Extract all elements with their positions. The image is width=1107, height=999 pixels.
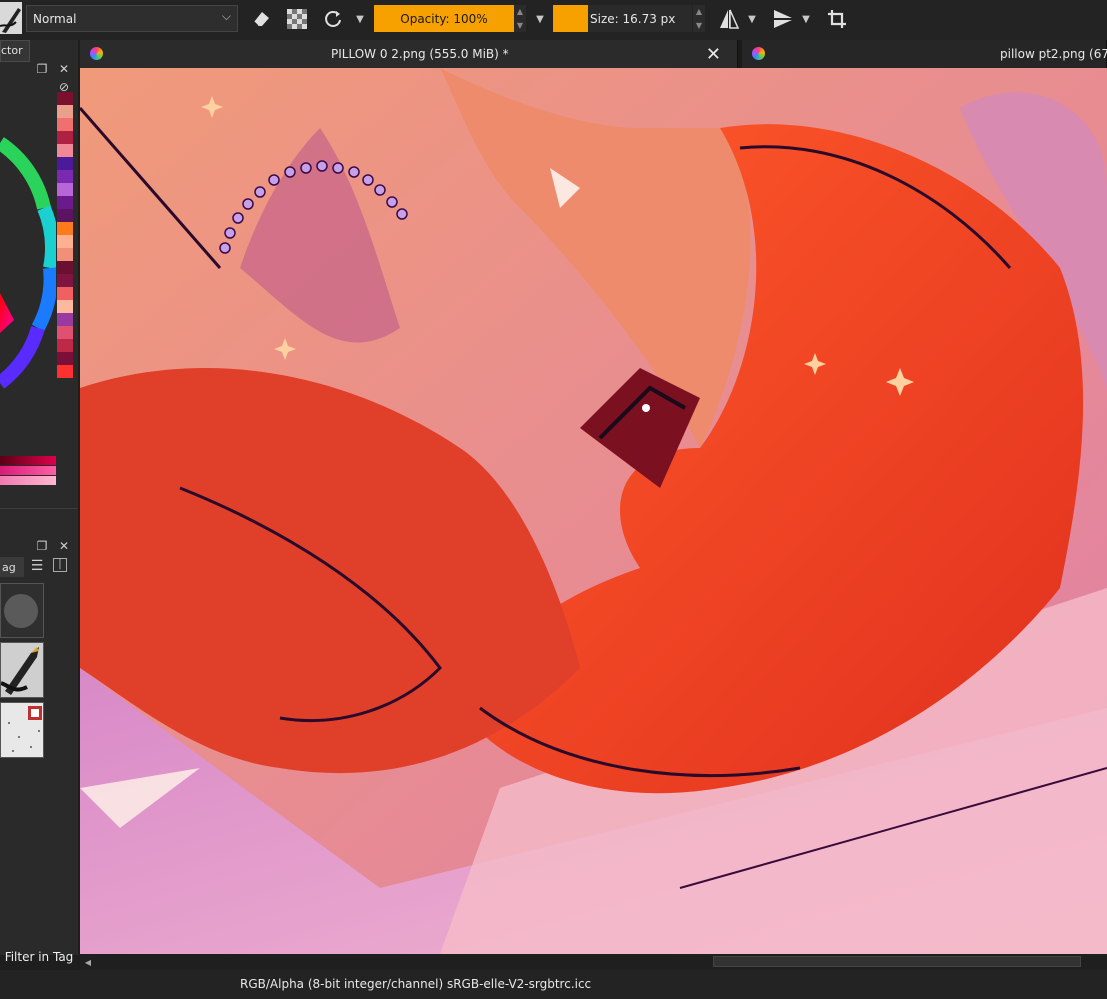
gradient-strip[interactable] [0,456,56,465]
palette-swatch[interactable] [57,92,73,105]
menu-icon[interactable]: ☰ [30,558,44,574]
color-palette[interactable] [57,92,73,378]
float-icon[interactable]: ❐ [35,539,49,553]
chevron-down-icon[interactable]: ▼ [534,8,546,30]
palette-swatch[interactable] [57,261,73,274]
blend-mode-value: Normal [33,12,77,26]
close-icon[interactable]: ✕ [57,62,71,76]
gradient-strip[interactable] [0,466,56,475]
tab-pillow-0-2[interactable]: PILLOW 0 2.png (555.0 MiB) * ✕ [80,40,738,68]
float-icon[interactable]: ❐ [35,62,49,76]
mirror-vertical-icon[interactable] [770,6,796,32]
chevron-down-icon: ⌵ [221,9,231,23]
krita-logo-icon [752,47,765,60]
palette-swatch[interactable] [57,352,73,365]
color-selector-tab[interactable]: ctor [0,40,30,62]
palette-swatch[interactable] [57,235,73,248]
close-icon[interactable]: ✕ [57,539,71,553]
opacity-spinner[interactable]: ▲ ▼ [514,5,526,32]
palette-swatch[interactable] [57,326,73,339]
drawing-canvas[interactable] [80,68,1107,954]
gradient-strip[interactable] [0,476,56,485]
tab-pillow-pt2[interactable]: pillow pt2.png (67.0 [742,40,1107,68]
palette-swatch[interactable] [57,339,73,352]
mirror-horizontal-icon[interactable] [716,6,742,32]
palette-swatch[interactable] [57,313,73,326]
tab-title: pillow pt2.png (67.0 [1000,47,1107,61]
krita-logo-icon [90,47,103,60]
transparency-icon[interactable] [284,6,310,32]
palette-swatch[interactable] [57,274,73,287]
palette-swatch[interactable] [57,300,73,313]
scroll-left-button[interactable]: ◀ [82,955,94,969]
scrollbar-thumb[interactable] [713,956,1081,967]
palette-swatch[interactable] [57,196,73,209]
chevron-down-icon[interactable]: ▼ [746,8,758,30]
eraser-icon[interactable] [248,6,274,32]
palette-swatch[interactable] [57,365,73,378]
palette-swatch[interactable] [57,157,73,170]
palette-swatch[interactable] [57,248,73,261]
palette-swatch[interactable] [57,222,73,235]
close-icon[interactable]: ✕ [706,44,721,65]
tab-title: PILLOW 0 2.png (555.0 MiB) * [331,47,509,61]
color-wheel[interactable] [0,88,56,458]
brush-preset-thumbnail[interactable] [0,2,22,34]
palette-swatch[interactable] [57,144,73,157]
brush-preset-item[interactable] [0,702,44,758]
brush-preset-item[interactable] [0,642,44,698]
palette-swatch[interactable] [57,183,73,196]
palette-swatch[interactable] [57,287,73,300]
opacity-slider[interactable]: Opacity: 100% [374,5,514,32]
filter-in-tag-label: Filter in Tag [4,950,74,964]
chevron-down-icon[interactable]: ▼ [800,8,812,30]
palette-swatch[interactable] [57,105,73,118]
crop-icon[interactable] [824,6,850,32]
brush-color-swatch[interactable] [553,5,588,32]
export-icon[interactable]: │ [53,558,67,572]
palette-swatch[interactable] [57,131,73,144]
blend-mode-select[interactable]: Normal ⌵ [26,5,238,32]
tag-select[interactable]: ag [0,557,24,577]
palette-swatch[interactable] [57,209,73,222]
size-slider[interactable]: Size: 16.73 px [588,5,692,32]
color-selector-title: ctor [1,44,23,57]
brush-preset-item[interactable] [0,583,44,638]
tag-select-value: ag [2,560,16,574]
chevron-down-icon[interactable]: ▼ [354,8,366,30]
color-space-info: RGB/Alpha (8-bit integer/channel) sRGB-e… [240,977,592,991]
palette-swatch[interactable] [57,170,73,183]
palette-swatch[interactable] [57,118,73,131]
reset-icon[interactable] [320,6,346,32]
size-spinner[interactable]: ▲ ▼ [693,5,705,32]
